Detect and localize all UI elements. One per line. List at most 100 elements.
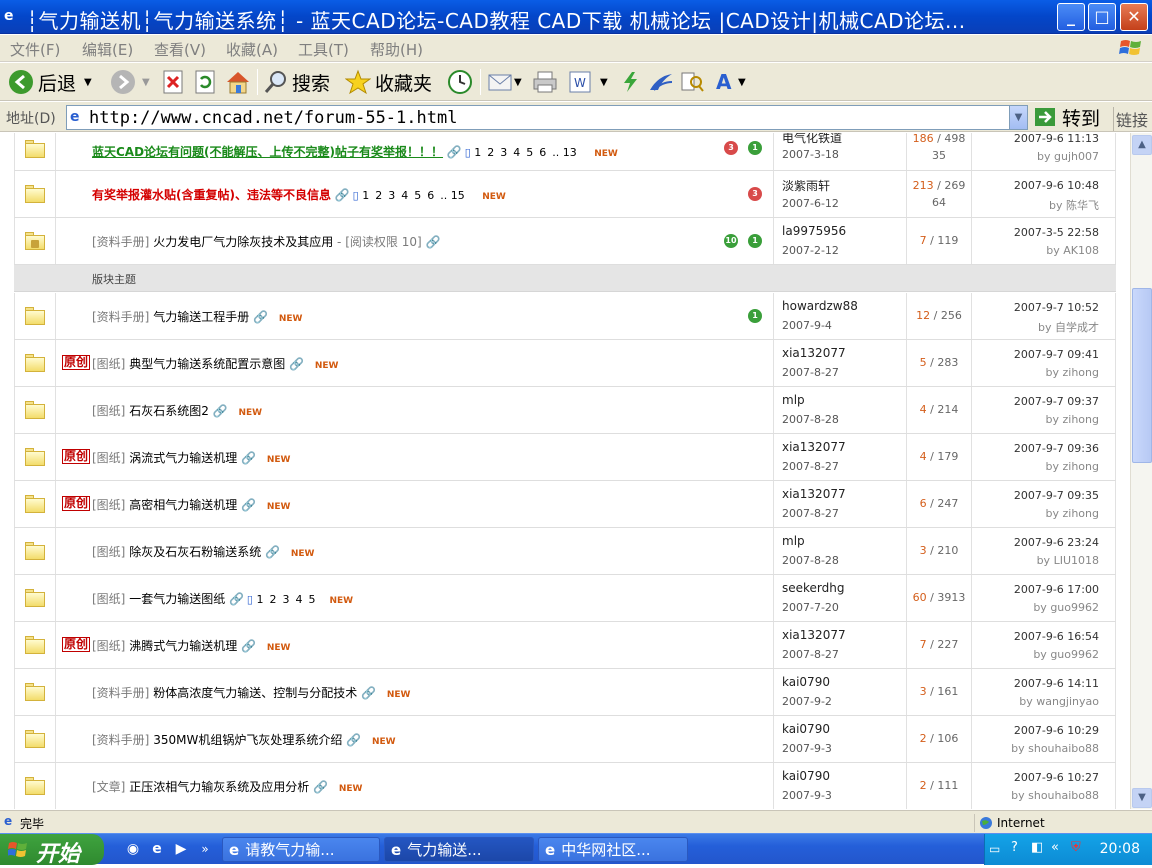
last-post-author[interactable]: by guo9962 xyxy=(1033,648,1099,661)
thread-category[interactable]: [图纸] xyxy=(92,592,125,606)
thread-title-link[interactable]: 正压浓相气力输灰系统及应用分析 xyxy=(129,780,309,794)
thread-title-link[interactable]: 沸腾式气力输送机理 xyxy=(129,639,237,653)
discuss-button[interactable] xyxy=(618,67,642,97)
thread-row[interactable]: [资料手册] 气力输送工程手册 🔗 NEW 1 howardzw88 2007-9-4… xyxy=(14,293,1116,340)
taskbar-button[interactable]: e 中华网社区... xyxy=(538,837,688,862)
page-link[interactable]: 1 xyxy=(256,593,263,606)
last-post-author[interactable]: by zihong xyxy=(1046,366,1099,379)
author-link[interactable]: howardzw88 xyxy=(782,299,858,313)
last-post-date[interactable]: 2007-9-7 09:36 xyxy=(1014,442,1099,455)
network-tray-icon[interactable]: ◧ xyxy=(1031,840,1043,855)
thread-category[interactable]: [图纸] xyxy=(92,357,125,371)
page-link[interactable]: 2 xyxy=(269,593,276,606)
start-button[interactable]: 开始 xyxy=(0,834,104,867)
page-link[interactable]: 3 xyxy=(388,189,395,202)
page-link[interactable]: 3 xyxy=(500,146,507,159)
menu-edit[interactable]: 编辑(E) xyxy=(82,39,133,60)
thread-row[interactable]: [资料手册] 粉体高浓度气力输送、控制与分配技术 🔗 NEW kai0790 200… xyxy=(14,669,1116,716)
page-link[interactable]: 1 xyxy=(362,189,369,202)
pinned-thread-row[interactable]: 有奖举报灌水贴(含重复帖)、违法等不良信息 🔗 ▯ 1 2 3 4 5 6.. 15 NE… xyxy=(14,171,1116,218)
thread-title-link[interactable]: 典型气力输送系统配置示意图 xyxy=(129,357,285,371)
author-link[interactable]: 电气化铁道 xyxy=(782,133,842,146)
thread-row[interactable]: [资料手册] 350MW机组锅炉飞灰处理系统介绍 🔗 NEW kai0790 200… xyxy=(14,716,1116,763)
thread-category[interactable]: [图纸] xyxy=(92,545,125,559)
last-post-author[interactable]: by LIU1018 xyxy=(1037,554,1099,567)
last-post-date[interactable]: 2007-9-6 10:29 xyxy=(1014,724,1099,737)
messenger-button[interactable] xyxy=(648,67,674,97)
menu-help[interactable]: 帮助(H) xyxy=(370,39,423,60)
forward-button[interactable]: ▼ xyxy=(110,67,150,97)
font-dropdown-icon[interactable]: ▼ xyxy=(738,77,746,88)
thread-category[interactable]: [文章] xyxy=(92,780,125,794)
thread-category[interactable]: [图纸] xyxy=(92,639,125,653)
edit-dropdown-icon[interactable]: ▼ xyxy=(600,77,608,88)
ie-quicklaunch-icon[interactable]: e xyxy=(148,840,166,858)
last-post-date[interactable]: 2007-9-6 16:54 xyxy=(1014,630,1099,643)
pinned-thread-row[interactable]: [资料手册] 火力发电厂气力除灰技术及其应用 - [阅读权限 10] 🔗 10 … xyxy=(14,218,1116,265)
help-tray-icon[interactable]: ? xyxy=(1011,840,1018,855)
last-post-author[interactable]: by zihong xyxy=(1046,413,1099,426)
page-link[interactable]: 4 xyxy=(513,146,520,159)
minimize-button[interactable]: _ xyxy=(1057,3,1085,31)
page-link[interactable]: 5 xyxy=(414,189,421,202)
home-button[interactable] xyxy=(225,67,251,97)
media-player-icon[interactable]: ▶ xyxy=(172,840,190,858)
vertical-scrollbar[interactable]: ▲ ▼ xyxy=(1130,133,1152,809)
page-link[interactable]: 6 xyxy=(539,146,546,159)
author-link[interactable]: xia132077 xyxy=(782,440,846,454)
back-dropdown-icon[interactable]: ▼ xyxy=(84,77,92,88)
thread-title-link[interactable]: 火力发电厂气力除灰技术及其应用 xyxy=(153,235,333,249)
page-link[interactable]: .. 15 xyxy=(440,189,465,202)
thread-row[interactable]: [文章] 正压浓相气力输灰系统及应用分析 🔗 NEW kai0790 2007-9-… xyxy=(14,763,1116,809)
last-post-date[interactable]: 2007-9-7 09:41 xyxy=(1014,348,1099,361)
thread-row[interactable]: 原创 [图纸] 涡流式气力输送机理 🔗 NEW xia132077 2007-8-27… xyxy=(14,434,1116,481)
thread-category[interactable]: [图纸] xyxy=(92,451,125,465)
font-size-button[interactable]: A ▼ xyxy=(714,67,746,97)
keyboard-icon[interactable]: ▭ xyxy=(989,842,1000,856)
links-button[interactable]: 链接 xyxy=(1113,107,1148,131)
search-button[interactable]: 搜索 xyxy=(264,67,330,97)
thread-row[interactable]: 原创 [图纸] 典型气力输送系统配置示意图 🔗 NEW xia132077 2007-… xyxy=(14,340,1116,387)
page-link[interactable]: 3 xyxy=(282,593,289,606)
thread-title-link[interactable]: 涡流式气力输送机理 xyxy=(129,451,237,465)
last-post-author[interactable]: by wangjinyao xyxy=(1019,695,1099,708)
scroll-thumb[interactable] xyxy=(1132,288,1152,463)
last-post-author[interactable]: by 自学成才 xyxy=(1038,319,1099,335)
thread-row[interactable]: [图纸] 除灰及石灰石粉输送系统 🔗 NEW mlp 2007-8-28 3 / 21… xyxy=(14,528,1116,575)
quicklaunch-more-icon[interactable]: » xyxy=(196,840,214,858)
last-post-author[interactable]: by shouhaibo88 xyxy=(1011,789,1099,802)
author-link[interactable]: 淡紫雨轩 xyxy=(782,177,830,194)
print-button[interactable] xyxy=(532,67,558,97)
page-link[interactable]: 4 xyxy=(401,189,408,202)
page-link[interactable]: 1 xyxy=(474,146,481,159)
thread-title-link[interactable]: 高密相气力输送机理 xyxy=(129,498,237,512)
thread-row[interactable]: [图纸] 一套气力输送图纸 🔗 ▯ 1 2 3 4 5 NEW seekerdhg 2007-… xyxy=(14,575,1116,622)
thread-title-link[interactable]: 一套气力输送图纸 xyxy=(129,592,225,606)
thread-title-link[interactable]: 粉体高浓度气力输送、控制与分配技术 xyxy=(153,686,357,700)
thread-category[interactable]: [资料手册] xyxy=(92,235,149,249)
thread-row[interactable]: 原创 [图纸] 沸腾式气力输送机理 🔗 NEW xia132077 2007-8-27… xyxy=(14,622,1116,669)
last-post-date[interactable]: 2007-9-7 09:35 xyxy=(1014,489,1099,502)
taskbar-button-active[interactable]: e 气力输送... xyxy=(384,837,534,862)
last-post-author[interactable]: by guo9962 xyxy=(1033,601,1099,614)
mail-dropdown-icon[interactable]: ▼ xyxy=(514,77,522,88)
last-post-author[interactable]: by zihong xyxy=(1046,460,1099,473)
author-link[interactable]: xia132077 xyxy=(782,346,846,360)
last-post-date[interactable]: 2007-9-6 14:11 xyxy=(1014,677,1099,690)
thread-category[interactable]: [资料手册] xyxy=(92,310,149,324)
last-post-date[interactable]: 2007-9-6 11:13 xyxy=(1014,133,1099,145)
thread-title-link[interactable]: 气力输送工程手册 xyxy=(153,310,249,324)
tray-expand-icon[interactable]: « xyxy=(1051,840,1059,855)
maximize-button[interactable]: □ xyxy=(1088,3,1116,31)
author-link[interactable]: kai0790 xyxy=(782,722,830,736)
thread-category[interactable]: [图纸] xyxy=(92,498,125,512)
author-link[interactable]: la9975956 xyxy=(782,224,846,238)
window-title-bar[interactable]: e ┆气力输送机┆气力输送系统┆ - 蓝天CAD论坛-CAD教程 CAD下载 机… xyxy=(0,0,1152,34)
thread-title-link[interactable]: 蓝天CAD论坛有问题(不能解压、上传不完整)帖子有奖举报！！！ xyxy=(92,145,443,159)
author-link[interactable]: mlp xyxy=(782,534,805,548)
last-post-author[interactable]: by gujh007 xyxy=(1037,150,1099,163)
page-link[interactable]: .. 13 xyxy=(552,146,577,159)
page-link[interactable]: 2 xyxy=(487,146,494,159)
page-link[interactable]: 6 xyxy=(427,189,434,202)
close-button[interactable]: ✕ xyxy=(1120,3,1148,31)
